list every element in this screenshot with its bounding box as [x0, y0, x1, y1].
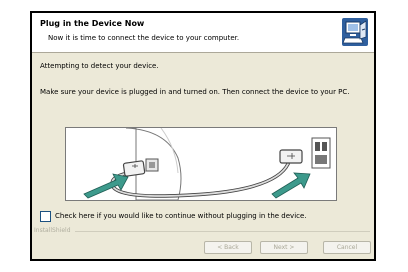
usb-plug-illustration	[65, 127, 337, 201]
installshield-brand: InstallShield	[34, 227, 75, 234]
next-button[interactable]: Next >	[260, 241, 308, 254]
dialog-title: Plug in the Device Now	[40, 19, 145, 28]
back-button[interactable]: < Back	[204, 241, 252, 254]
installer-computer-icon	[342, 18, 368, 46]
checkbox-label: Check here if you would like to continue…	[55, 212, 307, 220]
dialog-header: Plug in the Device Now Now it is time to…	[32, 13, 374, 53]
footer-divider	[34, 231, 370, 232]
install-dialog: Plug in the Device Now Now it is time to…	[30, 11, 376, 261]
cancel-button[interactable]: Cancel	[323, 241, 371, 254]
continue-without-device-checkbox[interactable]	[40, 211, 51, 222]
usb-connection-icon	[83, 128, 331, 200]
dialog-subtitle: Now it is time to connect the device to …	[48, 34, 240, 42]
detect-message: Attempting to detect your device.	[40, 62, 159, 70]
instruction-message: Make sure your device is plugged in and …	[40, 88, 350, 96]
